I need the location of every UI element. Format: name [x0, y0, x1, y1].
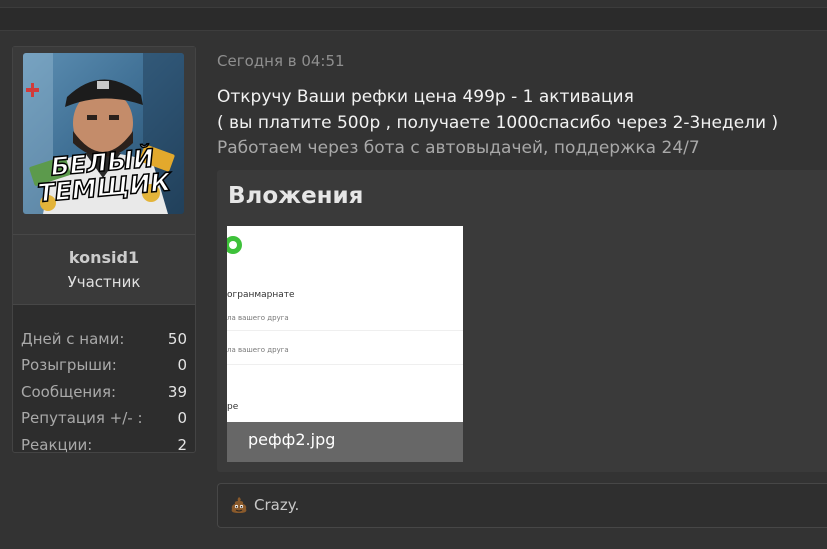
attachment-caption: рефф2.jpg: [227, 422, 463, 462]
user-title: Участник: [67, 273, 141, 291]
poop-emoji-icon: [231, 497, 247, 513]
stat-label: Дней с нами:: [21, 330, 125, 348]
attachment-thumbnail[interactable]: огранмарнате ла вашего друга ла вашего д…: [227, 226, 463, 462]
user-card: БЕЛЫЙ ТЕМЩИК konsid1 Участник Дней с нам…: [12, 46, 196, 454]
stat-row-reputation: Репутация +/- : 0: [21, 409, 187, 435]
stat-label: Сообщения:: [21, 383, 117, 401]
svg-text:огранмарнате: огранмарнате: [227, 290, 295, 300]
reaction-bar: Crazy.: [217, 483, 827, 528]
message-line: Откручу Ваши рефки цена 499р - 1 активац…: [217, 87, 634, 107]
username-link[interactable]: konsid1: [13, 248, 195, 267]
stat-value: 50: [167, 330, 187, 348]
stat-row-reactions: Реакции: 2: [21, 436, 187, 462]
stat-value: 39: [167, 383, 187, 401]
svg-text:ла вашего друга: ла вашего друга: [227, 314, 289, 322]
message-line: ( вы платите 500р , получаете 1000спасиб…: [217, 113, 779, 133]
stat-row-giveaways: Розыгрыши: 0: [21, 356, 187, 382]
post-date-link[interactable]: Сегодня в 04:51: [217, 52, 345, 70]
attachments-block: Вложения огранмарнате ла вашего друга ла…: [217, 170, 827, 472]
stat-label: Реакции:: [21, 436, 93, 454]
stat-label: Репутация +/- :: [21, 409, 143, 427]
avatar-image: БЕЛЫЙ ТЕМЩИК: [23, 53, 184, 214]
forum-post: БЕЛЫЙ ТЕМЩИК konsid1 Участник Дней с нам…: [0, 30, 827, 549]
svg-text:ла вашего друга: ла вашего друга: [227, 346, 289, 354]
user-name-box: konsid1 Участник: [13, 235, 195, 305]
stat-row-days: Дней с нами: 50: [21, 330, 187, 356]
reaction-summary-link[interactable]: Crazy.: [254, 496, 299, 514]
svg-text:ре: ре: [227, 402, 239, 412]
avatar-container: БЕЛЫЙ ТЕМЩИК: [13, 47, 195, 235]
attachment-filename[interactable]: рефф2.jpg: [248, 430, 335, 449]
avatar[interactable]: БЕЛЫЙ ТЕМЩИК: [23, 53, 184, 214]
stat-label: Розыгрыши:: [21, 356, 117, 374]
stat-value: 0: [177, 356, 187, 374]
message-line: Работаем через бота с автовыдачей, подде…: [217, 138, 700, 158]
attachments-title: Вложения: [228, 183, 364, 209]
stat-value: 0: [177, 409, 187, 427]
previous-post-edge: [0, 0, 827, 8]
stat-value: 2: [177, 436, 187, 454]
stat-row-messages: Сообщения: 39: [21, 383, 187, 409]
